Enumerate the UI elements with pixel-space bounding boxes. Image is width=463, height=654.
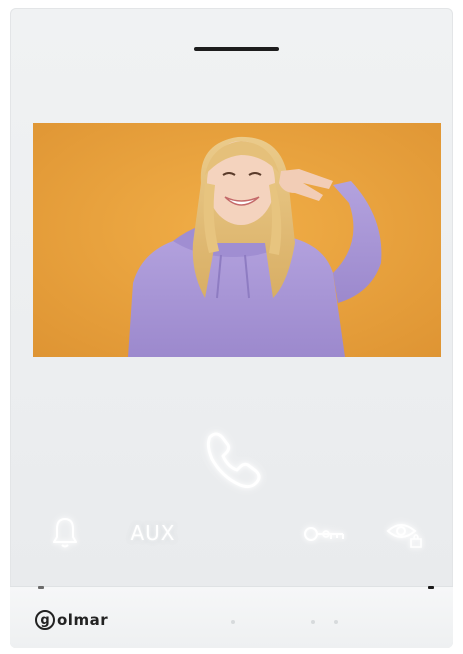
eye-camera-icon bbox=[386, 524, 422, 548]
key-icon bbox=[304, 527, 344, 541]
video-feed-image bbox=[33, 123, 441, 357]
bell-button[interactable] bbox=[48, 513, 82, 553]
indicator-dot bbox=[334, 620, 338, 624]
video-screen bbox=[33, 123, 441, 357]
monitor-button[interactable] bbox=[382, 513, 428, 553]
phone-handset-icon bbox=[206, 432, 261, 489]
base-notch-left bbox=[38, 586, 44, 589]
bell-icon bbox=[53, 518, 77, 548]
intercom-monitor: AUX g olmar bbox=[10, 8, 453, 648]
aux-button[interactable]: AUX bbox=[115, 516, 191, 550]
indicator-dot bbox=[311, 620, 315, 624]
base-notch-right bbox=[428, 586, 434, 589]
speaker-slot bbox=[194, 47, 279, 51]
brand-logo: g olmar bbox=[35, 608, 108, 632]
brand-logo-mark: g bbox=[35, 610, 55, 630]
indicator-dot bbox=[231, 620, 235, 624]
call-button[interactable] bbox=[198, 423, 270, 495]
door-open-button[interactable] bbox=[301, 520, 349, 548]
brand-logo-text: olmar bbox=[57, 611, 109, 629]
aux-label: AUX bbox=[130, 521, 176, 545]
